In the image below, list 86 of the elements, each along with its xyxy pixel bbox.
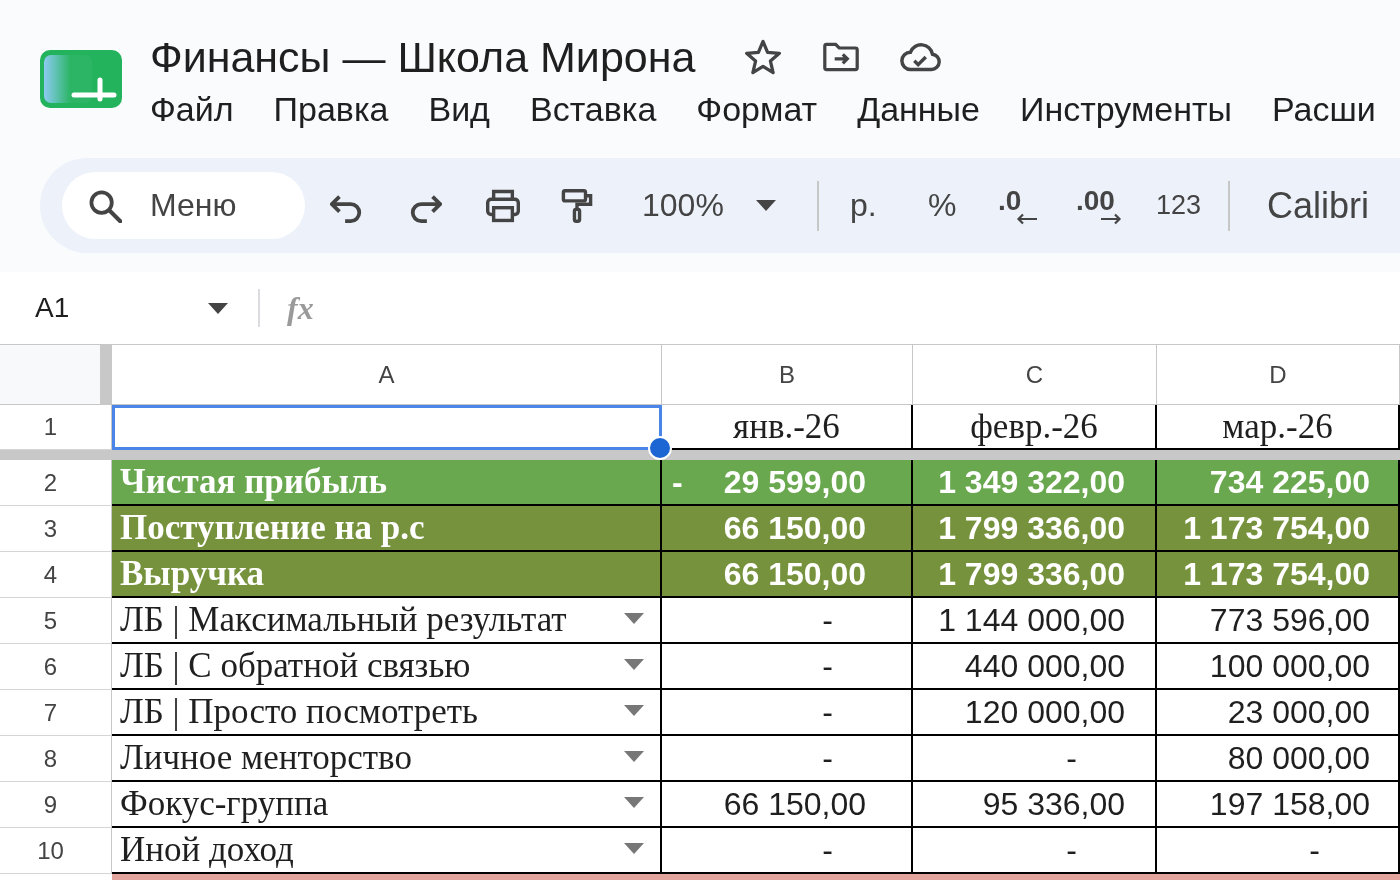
zoom-dropdown[interactable]: 100% xyxy=(642,187,776,224)
menu-item[interactable]: Инструменты xyxy=(1019,88,1232,130)
month-label: февр.-26 xyxy=(970,406,1098,447)
menu-item[interactable]: Расши xyxy=(1272,88,1376,130)
dropdown-arrow-icon[interactable] xyxy=(624,751,644,762)
paint-roller-icon[interactable] xyxy=(560,188,594,223)
dropdown-arrow-icon[interactable] xyxy=(624,613,644,624)
column-header[interactable]: C xyxy=(913,345,1157,405)
row-label: ЛБ | Просто посмотреть xyxy=(120,692,478,732)
zero-dash: - xyxy=(822,693,833,731)
zero-dash: - xyxy=(1066,831,1077,869)
increase-decimals-button[interactable]: .00 xyxy=(1076,186,1122,225)
amount: 23 000,00 xyxy=(1227,693,1370,731)
fx-label: fx xyxy=(287,289,314,327)
menu-item[interactable]: Вставка xyxy=(529,88,657,130)
row-number[interactable]: 9 xyxy=(0,782,112,828)
minus-sign: - xyxy=(671,463,683,501)
row-label: Личное менторство xyxy=(120,738,412,778)
amount: 66 150,00 xyxy=(723,785,866,823)
row-label: ЛБ | Максимальный результат xyxy=(120,600,567,640)
amount: 120 000,00 xyxy=(964,693,1125,731)
amount: 1 173 754,00 xyxy=(1183,509,1370,547)
menu-item[interactable]: Вид xyxy=(428,88,490,130)
dropdown-arrow-icon[interactable] xyxy=(624,705,644,716)
amount: 440 000,00 xyxy=(964,647,1125,685)
month-label: мар.-26 xyxy=(1222,406,1333,447)
caret-down-icon[interactable] xyxy=(208,302,228,314)
row-number[interactable]: 8 xyxy=(0,736,112,782)
number-formats-button[interactable]: 123 xyxy=(1156,190,1202,221)
row-label: Чистая прибыль xyxy=(120,462,387,502)
amount: 773 596,00 xyxy=(1209,601,1370,639)
font-dropdown[interactable]: Calibri xyxy=(1267,184,1370,227)
menu-item[interactable]: Правка xyxy=(273,88,389,130)
dropdown-arrow-icon[interactable] xyxy=(624,843,644,854)
row-number[interactable]: 5 xyxy=(0,598,112,644)
dropdown-arrow-icon[interactable] xyxy=(624,797,644,808)
amount: 734 225,00 xyxy=(1209,463,1370,501)
zero-dash: - xyxy=(822,601,833,639)
currency-format-button[interactable]: р. xyxy=(850,187,877,224)
menu-item[interactable]: Файл xyxy=(150,88,234,130)
row-number[interactable]: 7 xyxy=(0,690,112,736)
menu-search-bar[interactable]: Меню xyxy=(62,172,305,239)
zero-dash: - xyxy=(822,831,833,869)
zero-dash: - xyxy=(1309,831,1320,869)
row-number[interactable]: 10 xyxy=(0,828,112,874)
search-input[interactable]: Меню xyxy=(150,187,300,224)
amount: 66 150,00 xyxy=(723,555,866,593)
logo-icon[interactable] xyxy=(40,50,122,108)
amount: 95 336,00 xyxy=(982,785,1125,823)
row-number[interactable]: 6 xyxy=(0,644,112,690)
row-label: Поступление на р.с xyxy=(120,508,425,548)
row-label: Выручка xyxy=(120,554,265,594)
star-icon[interactable] xyxy=(745,39,782,75)
column-header[interactable]: D xyxy=(1157,345,1400,405)
caret-down-icon xyxy=(755,200,776,211)
search-icon[interactable] xyxy=(88,188,122,223)
row-label: Иной доход xyxy=(120,830,294,870)
arrow-right-icon xyxy=(1100,212,1122,225)
fill-handle-icon[interactable] xyxy=(648,436,672,460)
amount: 66 150,00 xyxy=(723,509,866,547)
amount: 1 173 754,00 xyxy=(1183,555,1370,593)
zero-dash: - xyxy=(822,647,833,685)
zero-dash: - xyxy=(822,739,833,777)
column-header[interactable]: B xyxy=(662,345,913,405)
column-header[interactable]: A xyxy=(112,345,662,405)
month-label: янв.-26 xyxy=(733,406,840,447)
amount: 1 799 336,00 xyxy=(938,509,1125,547)
amount: 29 599,00 xyxy=(723,463,866,501)
menu-item[interactable]: Формат xyxy=(696,88,818,130)
amount: 197 158,00 xyxy=(1209,785,1370,823)
dropdown-arrow-icon[interactable] xyxy=(624,659,644,670)
print-icon[interactable] xyxy=(484,188,522,223)
amount: 1 144 000,00 xyxy=(938,601,1125,639)
amount: 1 799 336,00 xyxy=(938,555,1125,593)
amount: 100 000,00 xyxy=(1209,647,1370,685)
document-title[interactable]: Финансы — Школа Мирона xyxy=(150,34,696,80)
zero-dash: - xyxy=(1066,739,1077,777)
arrow-left-icon xyxy=(1016,212,1038,225)
amount: 80 000,00 xyxy=(1227,739,1370,777)
row-label: ЛБ | С обратной связью xyxy=(120,646,471,686)
menu-item[interactable]: Данные xyxy=(857,88,980,130)
row-label: Фокус-группа xyxy=(120,784,329,824)
decrease-decimals-button[interactable]: .0 xyxy=(998,186,1038,225)
percent-format-button[interactable]: % xyxy=(928,187,957,224)
name-box[interactable]: A1 xyxy=(35,292,205,324)
amount: 1 349 322,00 xyxy=(938,463,1125,501)
